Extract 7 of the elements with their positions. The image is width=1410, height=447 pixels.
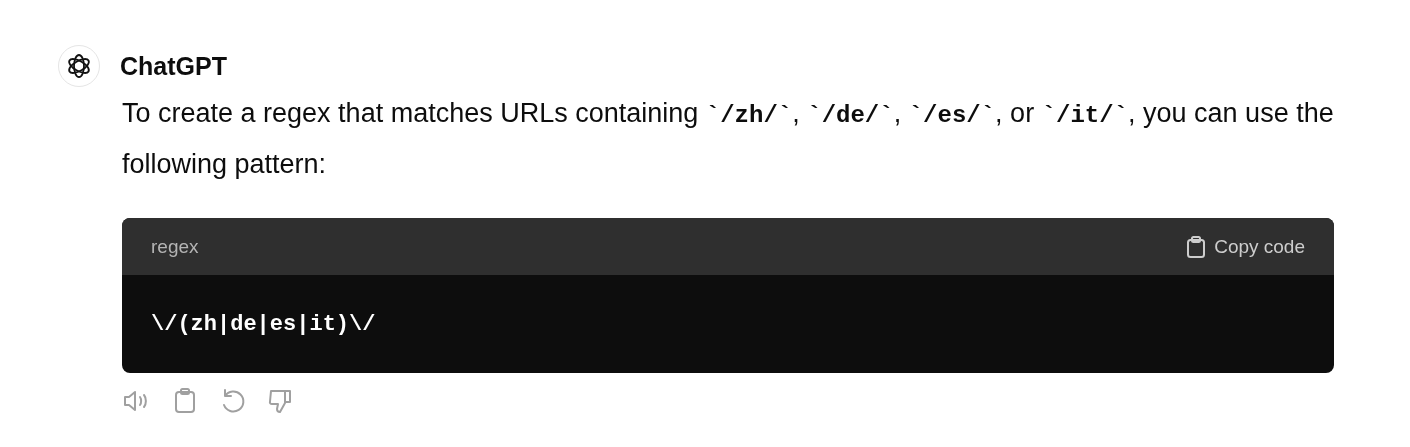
copy-code-button[interactable]: Copy code <box>1186 235 1305 258</box>
logo-icon <box>65 52 93 80</box>
code-text: \/(zh|de|es|it)\/ <box>150 310 377 339</box>
language-label: regex <box>151 235 199 258</box>
author-name: ChatGPT <box>120 51 227 81</box>
message-text: To create a regex that matches URLs containing `/zh/`, `/de/`, `/es/`, or `/it/`, you can use the following pattern: <box>122 97 1334 181</box>
clipboard-icon <box>1186 235 1207 258</box>
